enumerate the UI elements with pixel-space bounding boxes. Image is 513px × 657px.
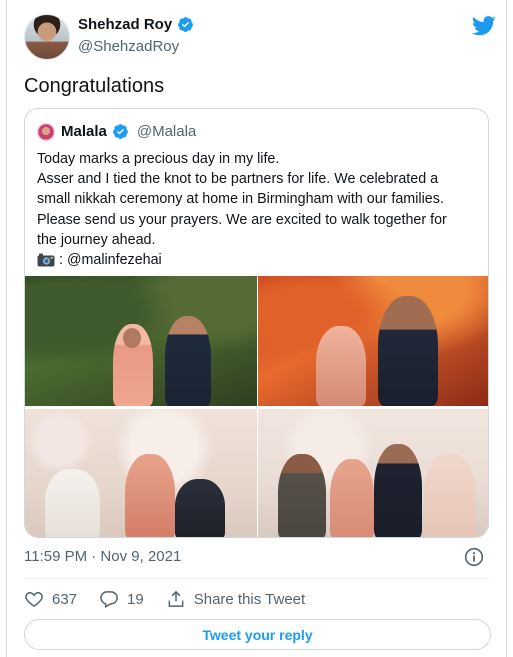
divider [24,578,489,579]
reply-bubble-icon [100,591,118,609]
quoted-text-line: Please send us your prayers. We are exci… [37,211,447,228]
wedding-photo-autumn[interactable] [258,276,488,406]
quoted-text-line: the journey ahead. [37,231,156,248]
reply-button[interactable]: 19 [99,589,144,609]
photo-credit-line: : @malinfezehai [37,250,482,270]
quoted-text-line: small nikkah ceremony at home in Birming… [37,191,444,208]
verified-badge-icon [112,124,128,139]
wedding-photo-nikkah[interactable] [25,409,257,537]
tweet-card: Shehzad Roy @ShehzadRoy Congratulations … [6,0,507,657]
tweet-actions: 637 19 Share this Tweet [24,588,327,610]
quoted-author[interactable]: Malala @Malala [61,123,196,140]
reply-count: 19 [127,590,144,608]
wedding-photo-garden[interactable] [25,276,257,406]
like-button[interactable]: 637 [24,589,77,609]
quoted-author-name[interactable]: Malala [61,123,107,140]
tweet-timestamp[interactable]: 11:59 PM · Nov 9, 2021 [24,548,181,565]
author-handle[interactable]: @ShehzadRoy [78,38,179,55]
twitter-bird-icon[interactable] [472,16,496,36]
author-avatar[interactable] [24,14,70,60]
quoted-author-avatar[interactable] [37,123,55,141]
like-count: 637 [52,590,78,608]
quoted-tweet[interactable]: Malala @Malala Today marks a precious da… [24,108,489,538]
share-icon [168,590,184,607]
wedding-photo-family[interactable] [258,409,488,537]
quoted-text-line: Asser and I tied the knot to be partners… [37,171,439,188]
tweet-your-reply-button[interactable]: Tweet your reply [24,619,491,650]
quoted-tweet-text: Today marks a precious day in my life. A… [37,149,482,270]
verified-badge-icon [178,17,194,32]
quoted-author-handle[interactable]: @Malala [137,123,196,140]
info-icon[interactable] [464,547,484,567]
quoted-text-line: Today marks a precious day in my life. [37,151,280,167]
share-button[interactable]: Share this Tweet [166,589,305,609]
photo-grid [25,276,488,537]
share-label: Share this Tweet [193,590,306,608]
author-name-text[interactable]: Shehzad Roy [78,16,172,33]
tweet-text: Congratulations [24,75,165,97]
author-name[interactable]: Shehzad Roy [78,16,194,33]
photo-credit[interactable]: : @malinfezehai [59,250,162,270]
heart-icon [25,591,43,607]
camera-icon [37,253,55,267]
